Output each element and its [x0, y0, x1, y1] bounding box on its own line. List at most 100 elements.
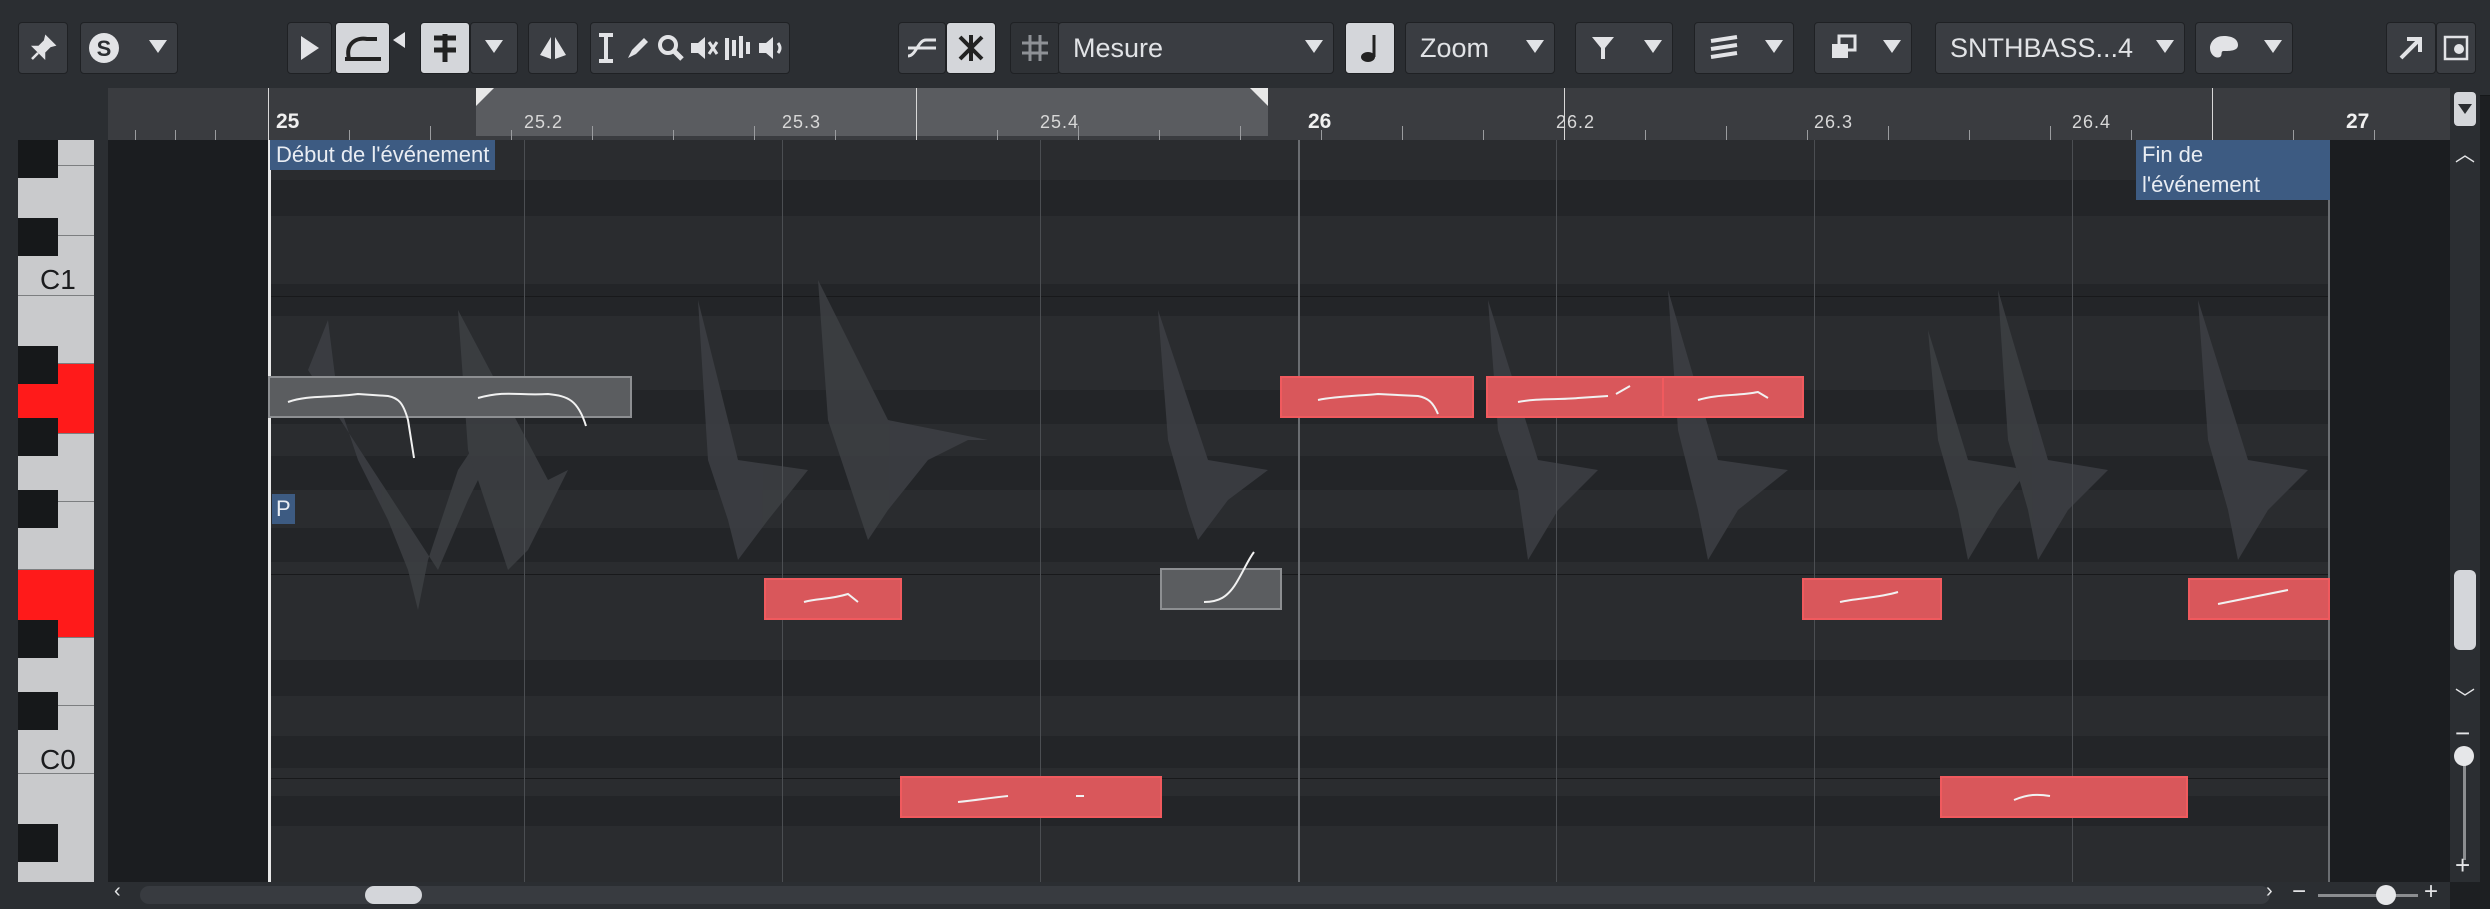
play-button[interactable] [287, 22, 332, 74]
auto-scroll-button[interactable] [898, 22, 946, 74]
zoom-icon[interactable] [657, 34, 685, 62]
cycle-start-handle[interactable] [476, 88, 494, 106]
vertical-scroll-thumb[interactable] [2454, 570, 2476, 650]
piano-black-key[interactable] [18, 346, 58, 384]
ruler-bar-line [2212, 88, 2213, 140]
scroll-up-arrow[interactable]: ︿ [2455, 138, 2475, 167]
vertical-zoom-thumb[interactable] [2454, 746, 2474, 766]
loop-button[interactable] [335, 22, 390, 74]
zoom-in-button[interactable]: + [2424, 878, 2438, 906]
palette-icon [2210, 36, 2238, 58]
track-select[interactable]: SNTHBASS...4 [1935, 22, 2185, 74]
event-start-tag: Début de l'événement [270, 140, 496, 170]
piano-black-key[interactable] [18, 218, 58, 256]
select-arrow-icon [434, 34, 456, 62]
vertical-expand-button[interactable] [2454, 92, 2476, 126]
editor-settings-button[interactable] [2436, 22, 2476, 74]
tool-dropdown[interactable] [470, 22, 518, 74]
cycle-range[interactable] [476, 88, 1268, 136]
chevron-down-icon [2264, 40, 2282, 53]
ruler-tick [349, 130, 350, 140]
grid-icon [1022, 35, 1048, 61]
filter-button[interactable] [1575, 22, 1673, 74]
layers-button[interactable] [1694, 22, 1794, 74]
ruler-bar-label: 26 [1308, 110, 1332, 133]
ruler-bar-line [268, 88, 269, 140]
ruler-tick [1159, 130, 1160, 140]
mirror-tool-button[interactable] [528, 22, 578, 74]
scroll-down-arrow[interactable]: ﹀ [2455, 682, 2475, 711]
vertical-zoom-slider[interactable] [2463, 760, 2466, 860]
pin-button[interactable] [18, 22, 68, 74]
keyboard-frame [94, 140, 108, 882]
ruler-beat-label: 25.4 [1040, 112, 1080, 132]
ruler-tick [754, 126, 755, 140]
note-grid[interactable]: Début de l'événement Fin de l'événement … [268, 140, 2330, 882]
piano-black-key[interactable] [18, 692, 58, 730]
object-select-button[interactable] [420, 22, 470, 74]
key-label-c0: C0 [40, 744, 76, 775]
loop-options-icon[interactable] [393, 32, 405, 48]
zoom-label: Zoom [1420, 32, 1490, 63]
keyboard-frame [0, 140, 18, 882]
mute-icon[interactable] [689, 34, 719, 62]
curve-icon [907, 38, 936, 58]
ruler-tick [835, 130, 836, 140]
horizontal-zoom-thumb[interactable] [2376, 885, 2396, 905]
ruler-tick [1402, 126, 1403, 140]
horizontal-scroll-thumb[interactable] [365, 886, 422, 904]
ruler-tick [1483, 130, 1484, 140]
ruler[interactable]: 25 26 27 25.2 25.3 25.4 26.2 26.3 26.4 [108, 88, 2450, 141]
ruler-tick [1240, 126, 1241, 140]
vertical-zoom-in[interactable]: + [2455, 850, 2470, 881]
range-tool-icon[interactable] [593, 33, 619, 63]
zoom-select[interactable]: Zoom [1405, 22, 1555, 74]
bottom-corner [0, 882, 108, 909]
cycle-end-handle[interactable] [1250, 88, 1268, 106]
ruler-tick [1888, 126, 1889, 140]
ruler-beat-label: 26.2 [1556, 112, 1596, 132]
speaker-icon[interactable] [757, 34, 787, 62]
piano-black-key[interactable] [18, 824, 58, 862]
grid-button[interactable] [1010, 22, 1060, 74]
window-layout-button[interactable] [1814, 22, 1912, 74]
ruler-tick [2131, 130, 2132, 140]
chevron-down-icon [1526, 40, 1544, 53]
ruler-beat-label: 25.3 [782, 112, 822, 132]
play-icon [300, 36, 319, 60]
ruler-beat-label: 26.3 [1814, 112, 1854, 132]
scroll-right-arrow[interactable]: › [2266, 880, 2273, 903]
piano-black-key[interactable] [18, 140, 58, 178]
post-event-area [2330, 140, 2450, 882]
time-warp-icon[interactable] [724, 34, 752, 62]
ruler-bar-label: 27 [2346, 110, 2370, 133]
ruler-tick [430, 126, 431, 140]
note-length-button[interactable] [1345, 22, 1395, 74]
pencil-icon[interactable] [624, 34, 652, 62]
svg-text:S: S [97, 36, 112, 61]
piano-keyboard[interactable]: C1 C0 [18, 140, 94, 882]
snap-button[interactable] [946, 22, 996, 74]
quantize-select[interactable]: Mesure [1058, 22, 1334, 74]
horizontal-scroll-track[interactable] [140, 886, 2270, 904]
zoom-out-button[interactable]: − [2292, 878, 2306, 906]
pitch-curves [287, 385, 2289, 803]
ruler-tick [135, 130, 136, 140]
solo-editor-button[interactable]: S [80, 22, 178, 74]
piano-black-key[interactable] [18, 490, 58, 528]
piano-black-key[interactable] [18, 418, 58, 456]
colorize-button[interactable] [2195, 22, 2293, 74]
windows-icon [1832, 34, 1857, 58]
horizontal-zoom-slider[interactable] [2318, 894, 2418, 897]
filter-icon [1592, 37, 1614, 59]
chevron-down-icon [485, 40, 503, 53]
ruler-tick [2293, 130, 2294, 140]
open-editor-button[interactable] [2386, 22, 2436, 74]
event-end-tag: Fin de l'événement [2136, 140, 2330, 200]
vertical-zoom-out[interactable]: − [2455, 718, 2470, 749]
scroll-left-arrow[interactable]: ‹ [114, 880, 121, 903]
ruler-tick [215, 130, 216, 140]
chevron-down-icon [149, 40, 167, 53]
pin-icon [30, 34, 57, 61]
piano-black-key[interactable] [18, 620, 58, 658]
